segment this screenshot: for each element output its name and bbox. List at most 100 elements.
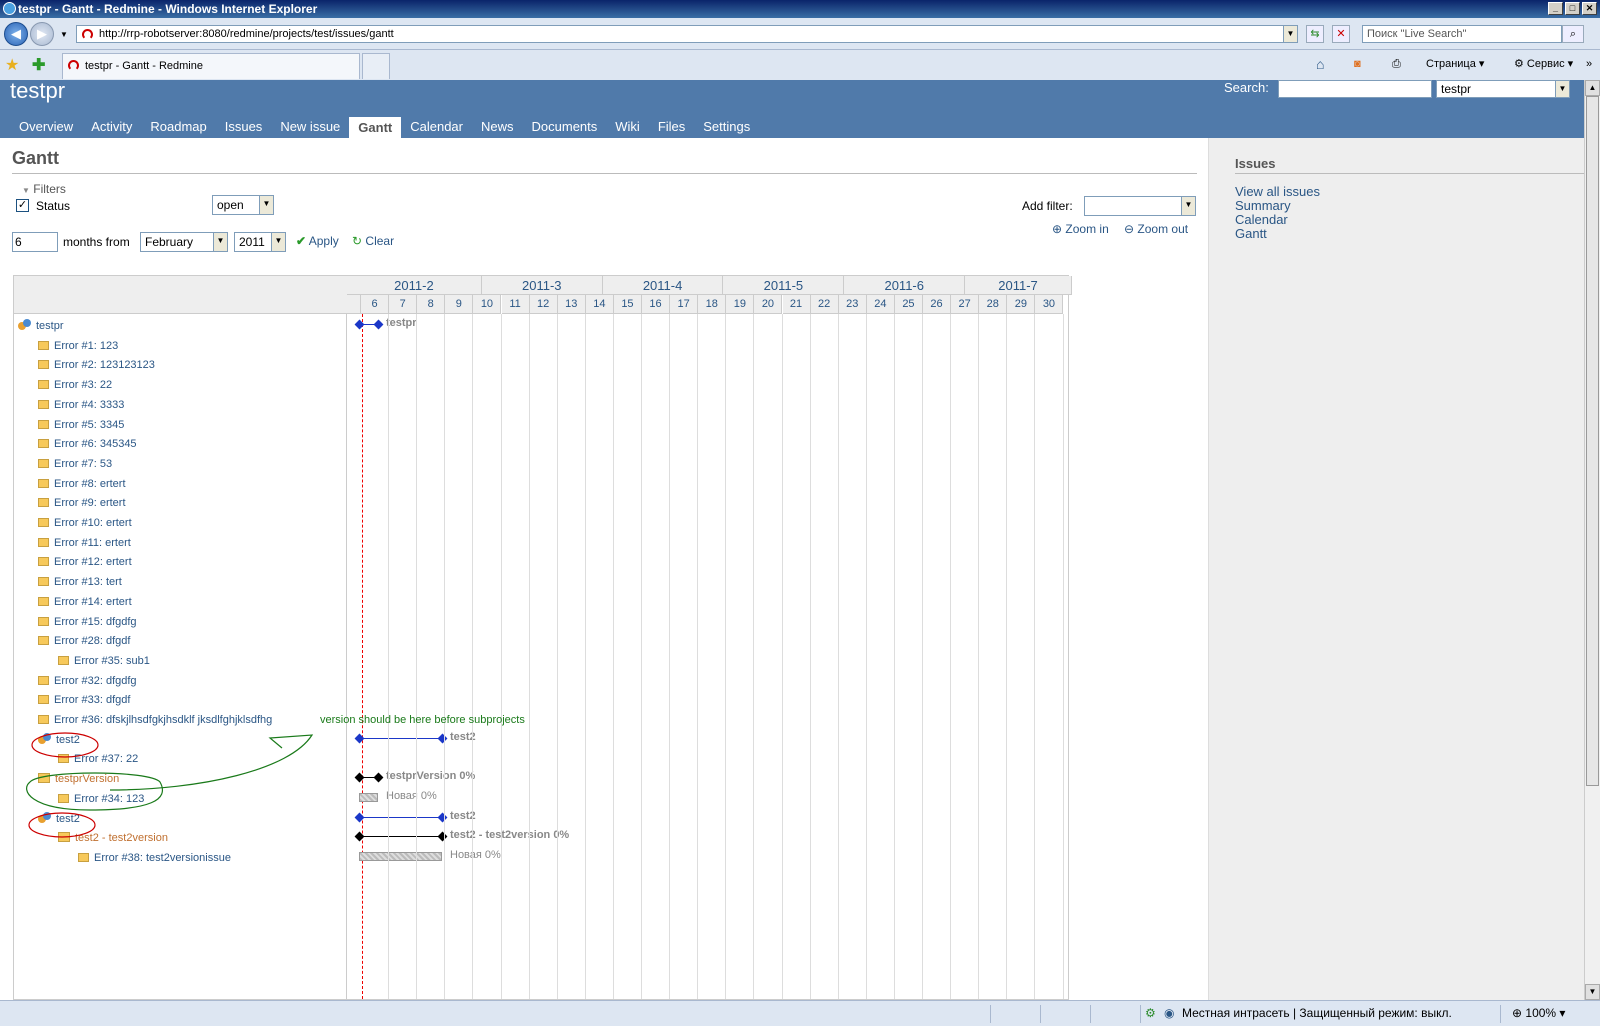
chevron-more-icon[interactable]: » <box>1586 56 1592 72</box>
url-dropdown-icon[interactable]: ▼ <box>1283 26 1297 42</box>
project-jump-select[interactable]: testpr ▼ <box>1436 80 1570 98</box>
gantt-project-row[interactable]: testpr <box>18 316 64 336</box>
live-search-input[interactable]: Поиск "Live Search" <box>1362 25 1562 43</box>
scroll-thumb[interactable] <box>1586 96 1599 786</box>
gantt-issue-row[interactable]: Error #12: ertert <box>38 552 132 572</box>
gantt-row-label: Error #2: 123123123 <box>54 359 155 372</box>
gantt-issue-row[interactable]: Error #34: 123 <box>58 789 144 809</box>
sidebar-link-gantt[interactable]: Gantt <box>1235 226 1267 241</box>
page-menu[interactable]: Страница ▾ <box>1426 56 1484 72</box>
status-checkbox[interactable]: ✓ <box>16 199 29 212</box>
gantt-issue-row[interactable]: Error #4: 3333 <box>38 395 124 415</box>
gantt-issue-row[interactable]: Error #10: ertert <box>38 513 132 533</box>
filters-legend[interactable]: ▼ Filters <box>22 182 66 196</box>
gantt-issue-row[interactable]: Error #38: test2versionissue <box>78 848 231 868</box>
search-go-icon[interactable]: ⌕ <box>1562 25 1584 43</box>
page-scrollbar[interactable]: ▲ ▼ <box>1584 80 1600 1000</box>
scroll-up-icon[interactable]: ▲ <box>1585 80 1600 96</box>
favorites-star-icon[interactable]: ★ <box>5 55 19 75</box>
back-button[interactable]: ◀ <box>4 22 28 46</box>
scroll-down-icon[interactable]: ▼ <box>1585 984 1600 1000</box>
browser-tab-active[interactable]: testpr - Gantt - Redmine <box>62 53 360 79</box>
maximize-button[interactable]: □ <box>1565 2 1580 15</box>
menu-item-settings[interactable]: Settings <box>694 117 759 138</box>
print-icon[interactable]: ⎙ <box>1392 56 1401 72</box>
months-input[interactable]: 6 <box>12 232 58 252</box>
gantt-issue-row[interactable]: Error #5: 3345 <box>38 415 124 435</box>
week-cell: 26 <box>923 295 952 314</box>
sidebar-link-calendar[interactable]: Calendar <box>1235 212 1288 227</box>
gantt-issue-row[interactable]: Error #15: dfgdfg <box>38 612 137 632</box>
gantt-issue-row[interactable]: Error #7: 53 <box>38 454 112 474</box>
menu-item-gantt[interactable]: Gantt <box>349 117 402 138</box>
menu-item-wiki[interactable]: Wiki <box>606 117 649 138</box>
milestone-diamond <box>373 772 384 783</box>
menu-item-activity[interactable]: Activity <box>82 117 141 138</box>
feeds-icon[interactable]: ◙ <box>1354 56 1361 72</box>
status-operator-select[interactable]: open ▼ <box>212 195 274 215</box>
gantt-version-row[interactable]: test2 - test2version <box>58 828 168 848</box>
grid-line <box>1062 314 1064 999</box>
issue-icon <box>38 695 49 705</box>
add-favorite-icon[interactable]: ✚ <box>32 55 45 75</box>
gantt-project-row[interactable]: test2 <box>38 809 80 829</box>
task-bar[interactable] <box>359 792 378 802</box>
gantt-row-label: Error #1: 123 <box>54 339 119 352</box>
menu-item-roadmap[interactable]: Roadmap <box>141 117 215 138</box>
gantt-issue-row[interactable]: Error #28: dfgdf <box>38 631 130 651</box>
gantt-issue-row[interactable]: Error #8: ertert <box>38 474 126 494</box>
gantt-issue-row[interactable]: Error #37: 22 <box>58 749 138 769</box>
gantt-issue-row[interactable]: Error #11: ertert <box>38 533 131 553</box>
apply-link[interactable]: ✔ Apply <box>296 234 339 248</box>
history-dropdown-icon[interactable]: ▼ <box>60 30 68 39</box>
add-filter-select[interactable]: ▼ <box>1084 196 1196 216</box>
grid-line <box>669 314 671 999</box>
menu-item-calendar[interactable]: Calendar <box>401 117 472 138</box>
task-bar[interactable] <box>359 851 442 861</box>
menu-item-issues[interactable]: Issues <box>216 117 272 138</box>
grid-line <box>500 314 502 999</box>
gantt-issue-row[interactable]: Error #13: tert <box>38 572 122 592</box>
grid-line <box>809 314 811 999</box>
url-input[interactable]: http://rrp-robotserver:8080/redmine/proj… <box>76 25 1298 43</box>
gantt-issue-row[interactable]: Error #6: 345345 <box>38 434 137 454</box>
gantt-issue-row[interactable]: Error #9: ertert <box>38 493 126 513</box>
zoom-in-label: Zoom in <box>1065 222 1109 236</box>
year-select[interactable]: 2011 ▼ <box>234 232 286 252</box>
menu-item-new-issue[interactable]: New issue <box>271 117 349 138</box>
new-tab-button[interactable] <box>362 53 390 79</box>
menu-item-files[interactable]: Files <box>649 117 694 138</box>
gantt-issue-row[interactable]: Error #32: dfgdfg <box>38 671 137 691</box>
zoom-level[interactable]: ⊕ 100% ▾ <box>1512 1001 1565 1025</box>
clear-link[interactable]: ↻ Clear <box>352 234 394 248</box>
minimize-button[interactable]: _ <box>1548 2 1563 15</box>
status-separator <box>1500 1005 1501 1023</box>
gantt-issue-row[interactable]: Error #1: 123 <box>38 336 118 356</box>
menu-item-news[interactable]: News <box>472 117 523 138</box>
sidebar-link-view-all-issues[interactable]: View all issues <box>1235 184 1320 199</box>
sidebar-title: Issues <box>1235 156 1276 171</box>
home-icon[interactable]: ⌂ <box>1316 56 1324 72</box>
month-select[interactable]: February ▼ <box>140 232 228 252</box>
gantt-issue-row[interactable]: Error #35: sub1 <box>58 651 150 671</box>
gantt-issue-row[interactable]: Error #36: dfskjlhsdfgkjhsdklf jksdlfghj… <box>38 710 272 730</box>
zoom-out-link[interactable]: ⊖ Zoom out <box>1124 222 1188 236</box>
gantt-issue-row[interactable]: Error #33: dfgdf <box>38 690 130 710</box>
search-input[interactable] <box>1278 80 1432 98</box>
gantt-issue-row[interactable]: Error #3: 22 <box>38 375 112 395</box>
menu-item-overview[interactable]: Overview <box>10 117 82 138</box>
gantt-project-row[interactable]: test2 <box>38 730 80 750</box>
gantt-version-row[interactable]: testprVersion <box>38 769 119 789</box>
stop-icon[interactable]: ✕ <box>1332 25 1350 43</box>
zoom-in-link[interactable]: ⊕ Zoom in <box>1052 222 1109 236</box>
close-window-button[interactable]: ✕ <box>1582 2 1597 15</box>
tools-menu[interactable]: ⚙ Сервис ▾ <box>1514 56 1573 72</box>
month-cell: 2011-3 <box>481 276 603 295</box>
forward-button[interactable]: ▶ <box>30 22 54 46</box>
gantt-issue-row[interactable]: Error #2: 123123123 <box>38 355 155 375</box>
refresh-icon[interactable]: ⇆ <box>1306 25 1324 43</box>
menu-item-documents[interactable]: Documents <box>523 117 607 138</box>
sidebar-link-summary[interactable]: Summary <box>1235 198 1291 213</box>
gantt-issue-row[interactable]: Error #14: ertert <box>38 592 132 612</box>
grid-line <box>950 314 952 999</box>
